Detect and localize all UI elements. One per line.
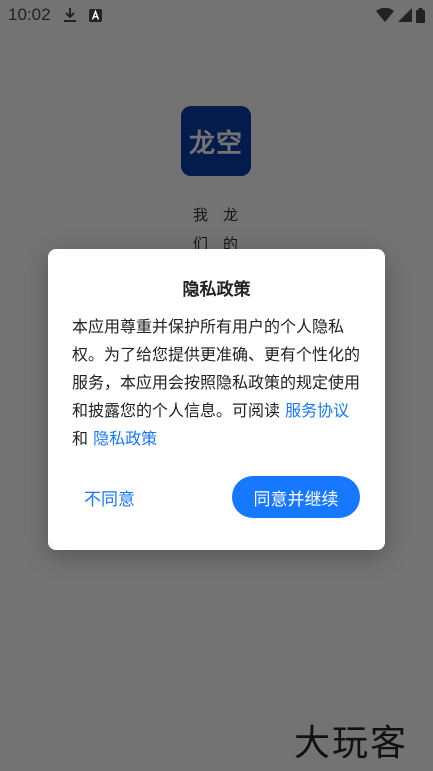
watermark-logo: 大玩客	[294, 723, 409, 764]
status-bar: 10:02	[0, 0, 433, 30]
disagree-button[interactable]: 不同意	[84, 485, 135, 510]
status-time: 10:02	[8, 5, 51, 24]
agree-continue-button[interactable]: 同意并继续	[232, 476, 360, 518]
agree-continue-label: 同意并继续	[253, 489, 339, 510]
download-icon	[63, 7, 77, 23]
signal-icon	[398, 8, 412, 22]
privacy-dialog: 隐私政策 本应用尊重并保护所有用户的个人隐私权。为了给您提供更准确、更有个性化的…	[48, 249, 385, 550]
privacy-policy-link[interactable]: 隐私政策	[93, 429, 157, 448]
and-text: 和	[72, 429, 89, 448]
dialog-body: 本应用尊重并保护所有用户的个人隐私权。为了给您提供更准确、更有个性化的服务，本应…	[72, 313, 364, 453]
a-notification-icon	[88, 8, 102, 22]
dialog-title: 隐私政策	[182, 280, 251, 300]
screen: 龙空 我 们 龙 的 10:02	[0, 0, 433, 771]
battery-icon	[416, 7, 425, 23]
service-agreement-link[interactable]: 服务协议	[285, 401, 349, 420]
wifi-icon	[376, 8, 394, 22]
